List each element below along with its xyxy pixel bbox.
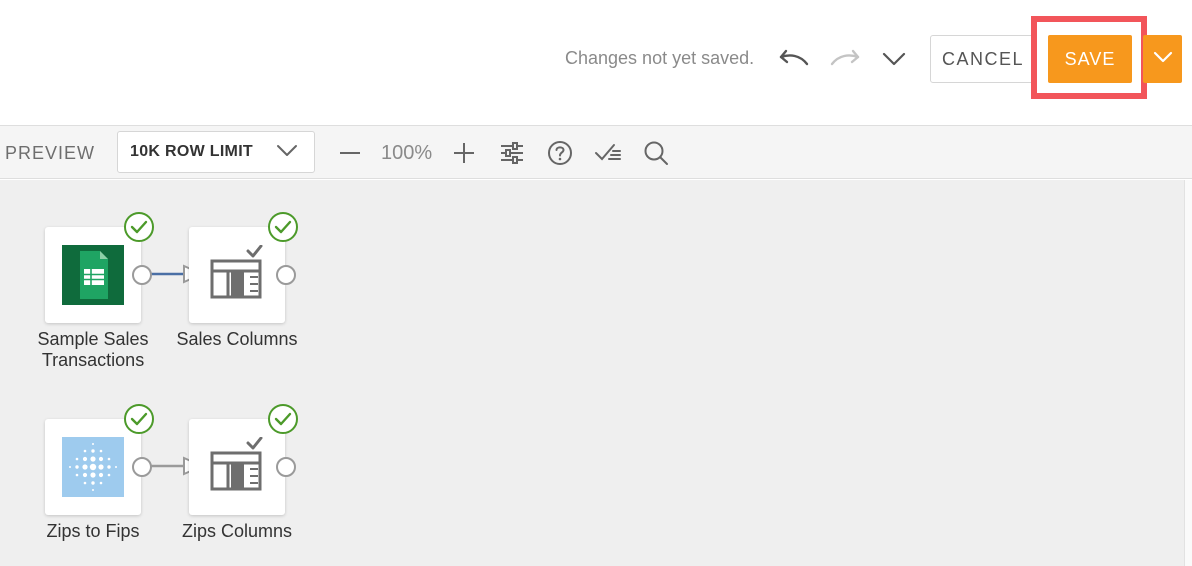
row-limit-select[interactable]: 10K ROW LIMIT <box>117 131 315 173</box>
preview-label: PREVIEW <box>5 143 96 163</box>
output-port[interactable] <box>132 265 152 285</box>
check-icon <box>124 212 154 242</box>
check-icon <box>268 404 298 434</box>
more-options-chevron-icon[interactable] <box>877 44 911 74</box>
zoom-in-icon[interactable] <box>448 137 480 169</box>
node-label: Sales Columns <box>176 329 298 349</box>
output-port[interactable] <box>276 457 296 477</box>
zoom-level: 100% <box>381 142 433 164</box>
output-port[interactable] <box>132 457 152 477</box>
node-label: Zips to Fips <box>46 521 140 541</box>
header-bar: Changes not yet saved. CANCEL SAVE <box>0 0 1192 126</box>
canvas-scrollbar[interactable] <box>1184 180 1192 566</box>
redo-icon[interactable] <box>828 44 862 74</box>
save-menu-button[interactable] <box>1143 35 1182 83</box>
help-icon[interactable] <box>544 137 576 169</box>
output-port[interactable] <box>276 265 296 285</box>
checklist-icon[interactable] <box>592 137 624 169</box>
flow-node-zips-to-fips[interactable] <box>45 419 141 515</box>
flow-node-zips-columns[interactable] <box>189 419 285 515</box>
node-label: Zips Columns <box>181 521 293 541</box>
flow-node-sample-sales-transactions[interactable] <box>45 227 141 323</box>
undo-icon[interactable] <box>777 44 811 74</box>
flow-canvas[interactable]: Sample Sales Transactions Sales Columns <box>0 180 1184 566</box>
canvas-toolbar: PREVIEW 10K ROW LIMIT 100% <box>0 126 1192 179</box>
check-icon <box>124 404 154 434</box>
save-status-text: Changes not yet saved. <box>565 48 755 68</box>
select-columns-icon <box>206 244 268 305</box>
cancel-button[interactable]: CANCEL <box>930 35 1036 83</box>
save-button-highlight <box>1031 16 1147 99</box>
sliders-icon[interactable] <box>496 137 528 169</box>
dataset-icon <box>62 437 124 497</box>
check-icon <box>268 212 298 242</box>
flow-node-sales-columns[interactable] <box>189 227 285 323</box>
google-sheets-icon <box>62 245 124 305</box>
node-label: Sample Sales Transactions <box>37 329 149 370</box>
select-columns-icon <box>206 436 268 497</box>
chevron-down-icon <box>276 144 298 163</box>
search-icon[interactable] <box>640 137 672 169</box>
zoom-out-icon[interactable] <box>334 137 366 169</box>
chevron-down-icon <box>1153 50 1173 68</box>
row-limit-value: 10K ROW LIMIT <box>130 143 254 160</box>
